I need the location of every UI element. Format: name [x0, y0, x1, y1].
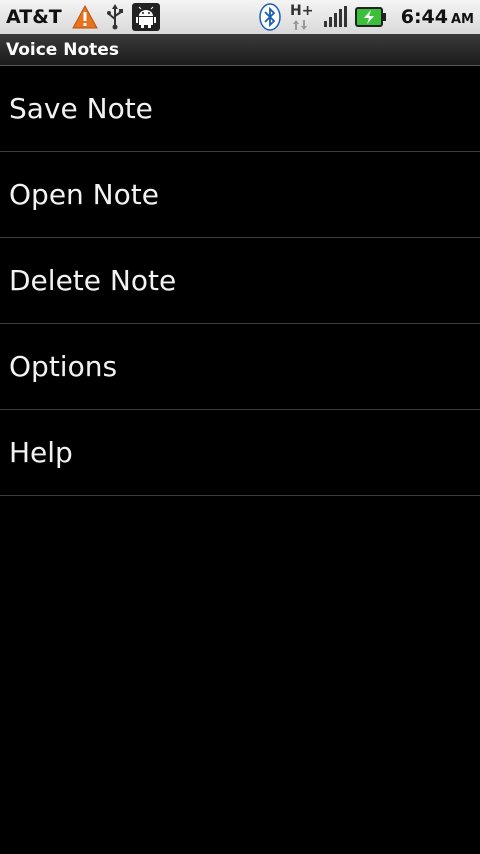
android-debug-icon: [131, 3, 160, 31]
status-icons-right: H+ 6:44 AM: [258, 2, 474, 32]
menu-item-label: Open Note: [9, 178, 159, 211]
menu-item-label: Save Note: [9, 92, 153, 125]
bluetooth-icon: [258, 3, 281, 31]
menu-item-options[interactable]: Options: [0, 324, 480, 410]
menu-item-save-note[interactable]: Save Note: [0, 66, 480, 152]
signal-icon: [323, 6, 347, 28]
network-label: H+: [290, 3, 313, 19]
menu-item-open-note[interactable]: Open Note: [0, 152, 480, 238]
menu-item-label: Help: [9, 436, 73, 469]
battery-charging-icon: [354, 7, 387, 27]
usb-icon: [106, 4, 124, 30]
menu-list: Save Note Open Note Delete Note Options …: [0, 66, 480, 496]
status-bar: AT&T H+ 6:44 AM: [0, 0, 480, 34]
clock-ampm: AM: [451, 12, 474, 27]
app-title: Voice Notes: [6, 39, 119, 60]
clock-time: 6:44: [400, 6, 448, 28]
menu-item-label: Options: [9, 350, 118, 383]
warning-icon: [71, 5, 98, 29]
menu-item-label: Delete Note: [9, 264, 177, 297]
carrier-label: AT&T: [6, 6, 62, 28]
menu-item-help[interactable]: Help: [0, 410, 480, 496]
network-hplus-icon: H+: [289, 2, 315, 32]
menu-item-delete-note[interactable]: Delete Note: [0, 238, 480, 324]
clock: 6:44 AM: [401, 6, 474, 28]
title-bar: Voice Notes: [0, 34, 480, 66]
